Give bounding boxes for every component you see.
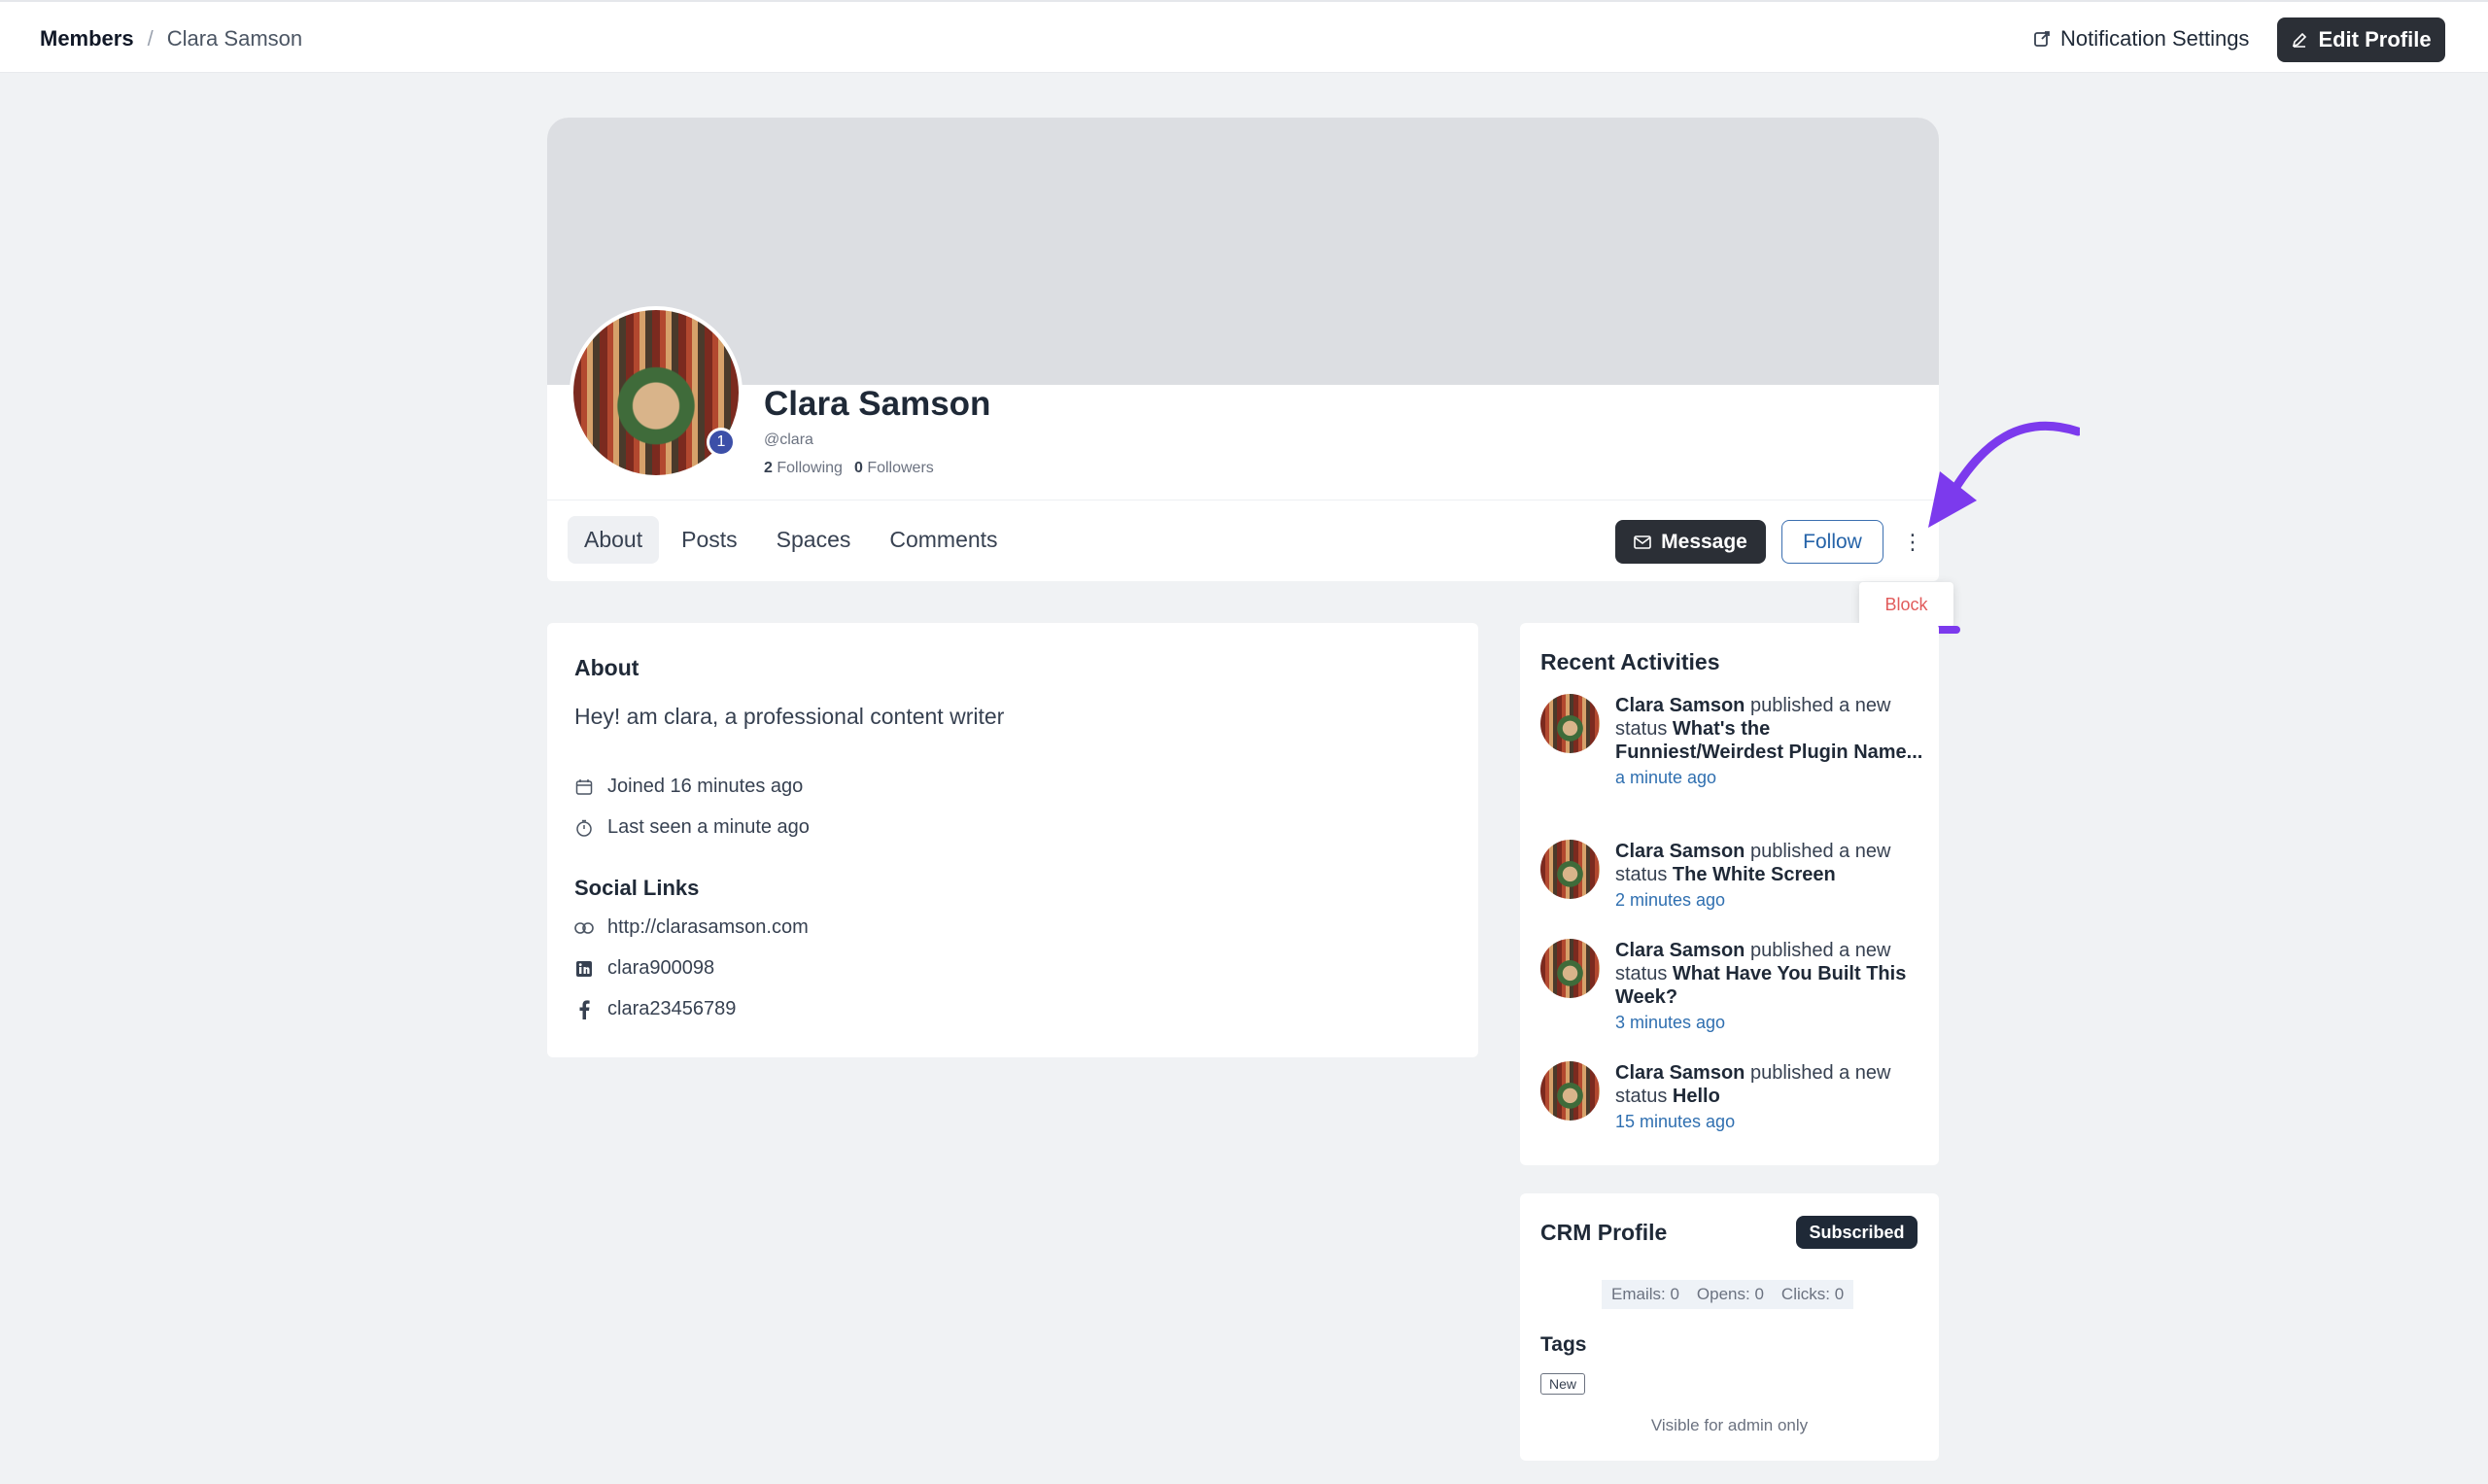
linkedin-text: clara900098 (607, 957, 715, 979)
linkedin-icon (574, 959, 594, 979)
facebook-text: clara23456789 (607, 998, 737, 1019)
last-seen-row: Last seen a minute ago (574, 816, 810, 839)
mail-icon (1634, 535, 1651, 549)
stopwatch-icon (574, 818, 594, 838)
activity-actor: Clara Samson (1615, 695, 1745, 716)
facebook-icon (574, 999, 594, 1019)
profile-tabs: About Posts Spaces Comments (568, 516, 1015, 564)
about-bio: Hey! am clara, a professional content wr… (574, 704, 1005, 729)
activity-time: 3 minutes ago (1615, 1013, 1726, 1032)
followers-count: 0 (853, 460, 863, 476)
calendar-icon (574, 777, 594, 797)
last-seen-text: Last seen a minute ago (607, 816, 810, 838)
clicks-stat: Clicks: 0 (1780, 1285, 1845, 1303)
top-bar: Members / Clara Samson Notification Sett… (0, 0, 2488, 73)
social-links-title: Social Links (574, 876, 700, 900)
avatar (1540, 939, 1600, 998)
email-stats: Emails: 0 Opens: 0 Clicks: 0 (1602, 1280, 1854, 1309)
activity-object[interactable]: The White Screen (1673, 864, 1836, 885)
tab-spaces[interactable]: Spaces (760, 516, 868, 564)
opens-stat: Opens: 0 (1696, 1285, 1764, 1303)
linkedin-link[interactable]: clara900098 (574, 957, 714, 980)
crm-profile-panel: CRM Profile Subscribed Emails: 0 Opens: … (1520, 1193, 1939, 1461)
emails-stat: Emails: 0 (1611, 1285, 1679, 1303)
recent-activities-panel: Recent Activities Clara Samson published… (1520, 623, 1939, 1165)
followers-label: Followers (867, 460, 934, 476)
joined-text: Joined 16 minutes ago (607, 776, 804, 797)
breadcrumb-members-link[interactable]: Members (40, 26, 134, 52)
joined-row: Joined 16 minutes ago (574, 776, 803, 798)
tab-about[interactable]: About (568, 516, 660, 564)
profile-card: 1 Clara Samson @clara 2 Following 0 Foll… (547, 118, 1939, 581)
activity-time: 2 minutes ago (1615, 890, 1726, 910)
crm-title: CRM Profile (1540, 1220, 1668, 1245)
breadcrumb-separator: / (147, 26, 154, 51)
avatar (1540, 694, 1600, 753)
following-link[interactable]: 2 Following (764, 460, 843, 477)
avatar-badge: 1 (707, 428, 736, 457)
breadcrumb-current: Clara Samson (166, 26, 303, 51)
following-label: Following (777, 460, 843, 476)
follow-button[interactable]: Follow (1781, 520, 1883, 564)
tag-chip[interactable]: New (1540, 1373, 1586, 1395)
block-menu-item[interactable]: Block (1859, 582, 1953, 628)
activity-time: a minute ago (1615, 768, 1717, 787)
tags-title: Tags (1540, 1333, 1587, 1356)
message-label: Message (1661, 530, 1747, 553)
status-badge: Subscribed (1796, 1216, 1918, 1249)
follow-stats: 2 Following 0 Followers (764, 460, 934, 477)
avatar (1540, 1061, 1600, 1121)
profile-name: Clara Samson (764, 385, 991, 423)
activity-actor: Clara Samson (1615, 1062, 1745, 1084)
link-icon (574, 918, 594, 938)
edit-profile-button[interactable]: Edit Profile (2277, 17, 2445, 62)
about-panel: About Hey! am clara, a professional cont… (547, 623, 1478, 1057)
about-title: About (574, 655, 639, 680)
activity-object[interactable]: Hello (1673, 1086, 1720, 1107)
facebook-link[interactable]: clara23456789 (574, 998, 736, 1020)
avatar (1540, 840, 1600, 899)
external-link-icon (2034, 31, 2050, 47)
tab-posts[interactable]: Posts (665, 516, 754, 564)
activity-time: 15 minutes ago (1615, 1112, 1736, 1131)
activity-actor: Clara Samson (1615, 841, 1745, 862)
following-count: 2 (764, 460, 773, 476)
breadcrumb: Members / Clara Samson (40, 26, 302, 52)
notification-settings-label: Notification Settings (2060, 26, 2250, 51)
followers-link[interactable]: 0 Followers (854, 460, 934, 477)
activity-actor: Clara Samson (1615, 940, 1745, 961)
website-text: http://clarasamson.com (607, 916, 809, 938)
annotation-arrow-icon (1928, 421, 2080, 528)
cover-image (547, 118, 1939, 385)
pencil-icon (2293, 32, 2307, 48)
edit-profile-label: Edit Profile (2318, 27, 2432, 52)
website-link[interactable]: http://clarasamson.com (574, 916, 809, 939)
notification-settings-button[interactable]: Notification Settings (2033, 26, 2249, 52)
recent-activities-title: Recent Activities (1540, 649, 1720, 674)
message-button[interactable]: Message (1615, 520, 1766, 564)
profile-handle: @clara (764, 431, 813, 448)
admin-note: Visible for admin only (1650, 1416, 1809, 1434)
tab-comments[interactable]: Comments (873, 516, 1014, 564)
